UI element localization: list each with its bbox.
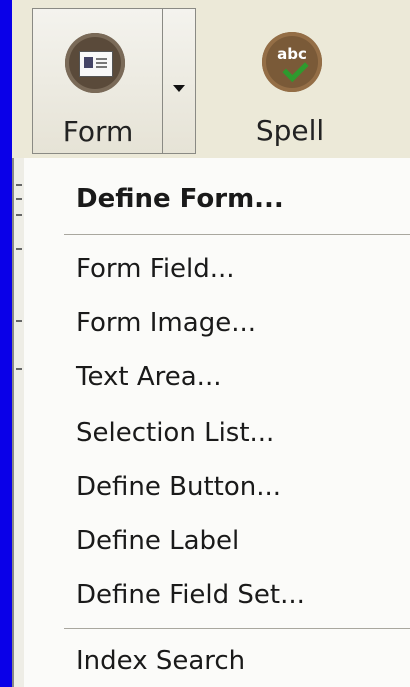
form-dropdown-arrow[interactable] bbox=[163, 9, 195, 153]
toolbar: Form abc Spell bbox=[12, 0, 410, 158]
spell-check-icon: abc bbox=[262, 32, 322, 92]
menu-item-selection-list[interactable]: Selection List... bbox=[76, 418, 274, 448]
menu-item-define-label[interactable]: Define Label bbox=[76, 526, 239, 556]
form-button[interactable]: Form bbox=[33, 9, 163, 153]
menu-item-form-field[interactable]: Form Field... bbox=[76, 254, 235, 284]
menu-item-form-image[interactable]: Form Image... bbox=[76, 308, 256, 338]
form-icon bbox=[65, 33, 125, 93]
chevron-down-icon bbox=[173, 85, 185, 92]
menu-separator bbox=[64, 628, 410, 629]
ruler bbox=[14, 158, 24, 687]
menu-item-define-field-set[interactable]: Define Field Set... bbox=[76, 580, 305, 610]
form-split-button[interactable]: Form bbox=[32, 8, 196, 154]
spell-button[interactable]: abc Spell bbox=[210, 8, 370, 154]
form-dropdown-menu: Define Form... Form Field... Form Image.… bbox=[12, 158, 410, 687]
spell-button-label: Spell bbox=[255, 114, 325, 147]
menu-item-define-button[interactable]: Define Button... bbox=[76, 472, 281, 502]
spell-icon-text: abc bbox=[277, 45, 307, 63]
menu-item-define-form[interactable]: Define Form... bbox=[76, 184, 284, 214]
form-button-label: Form bbox=[62, 115, 134, 148]
menu-separator bbox=[64, 234, 410, 235]
menu-item-index-search[interactable]: Index Search bbox=[76, 646, 245, 676]
menu-item-text-area[interactable]: Text Area... bbox=[76, 362, 221, 392]
